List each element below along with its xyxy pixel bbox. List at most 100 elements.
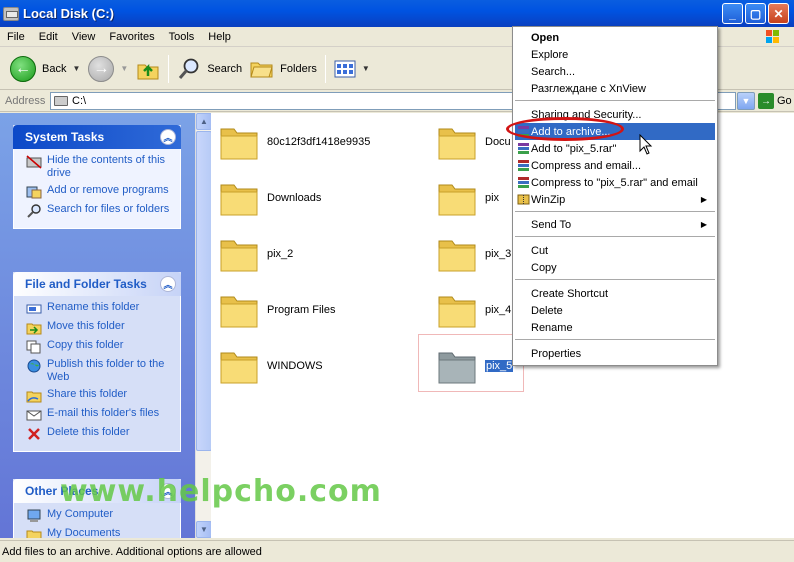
go-arrow-icon: → [758,93,774,109]
folder-icon [438,296,476,328]
delete-x-icon [28,428,40,440]
task-label: My Computer [47,508,114,520]
task-label: Copy this folder [47,339,124,351]
task-label: Rename this folder [47,301,140,313]
close-button[interactable]: ✕ [768,3,789,24]
maximize-button[interactable]: ▢ [745,3,766,24]
folder-item[interactable]: Program Files [219,291,335,329]
folder-icon [438,240,476,272]
menu-item-open[interactable]: Open [515,29,715,46]
folder-item[interactable]: pix_4 [437,291,511,329]
task-move-folder[interactable]: Move this folder [26,320,172,335]
winrar-icon [518,177,529,188]
search-button[interactable]: Search [173,52,246,86]
folder-icon [438,128,476,160]
scroll-down-arrow-icon[interactable]: ▼ [196,521,212,538]
collapse-chevron-icon[interactable]: ︽ [160,276,176,292]
task-publish-web[interactable]: Publish this folder to the Web [26,358,172,384]
folder-item[interactable]: Docu [437,123,511,161]
folder-item[interactable]: pix_3 [437,235,511,273]
menu-item-explore[interactable]: Explore [515,46,715,63]
menu-item-winzip[interactable]: WinZip ▶ [515,191,715,208]
folder-item[interactable]: WINDOWS [219,347,323,385]
menu-item-cut[interactable]: Cut [515,242,715,259]
task-label: Share this folder [47,388,128,400]
rename-icon [26,304,42,314]
windows-logo-icon [766,30,779,43]
file-folder-tasks-header[interactable]: File and Folder Tasks ︽ [13,272,181,296]
search-icon [179,58,199,79]
winrar-icon [518,143,529,154]
menu-item-send-to[interactable]: Send To ▶ [515,216,715,233]
collapse-chevron-icon[interactable]: ︽ [160,129,176,145]
menu-item-copy[interactable]: Copy [515,259,715,276]
menu-tools[interactable]: Tools [162,31,202,43]
menu-item-compress-rar-email[interactable]: Compress to "pix_5.rar" and email [515,174,715,191]
title-bar: Local Disk (C:) _ ▢ ✕ [0,0,794,27]
task-add-remove-programs[interactable]: Add or remove programs [26,184,172,199]
menu-item-search[interactable]: Search... [515,63,715,80]
menu-file[interactable]: File [0,31,32,43]
menu-item-delete[interactable]: Delete [515,302,715,319]
task-label: Move this folder [47,320,125,332]
menu-item-xnview[interactable]: Разглеждане с XnView [515,80,715,97]
system-tasks-title: System Tasks [25,130,105,144]
minimize-button[interactable]: _ [722,3,743,24]
email-icon [26,410,42,421]
place-my-documents[interactable]: My Documents [26,527,172,538]
menu-item-rename[interactable]: Rename [515,319,715,336]
folder-label: WINDOWS [267,360,323,372]
views-button[interactable]: ▼ [330,52,374,86]
task-label: E-mail this folder's files [47,407,160,419]
folder-item[interactable]: 80c12f3df1418e9935 [219,123,370,161]
go-button[interactable]: → Go [758,93,792,109]
address-value: C:\ [72,95,87,107]
address-dropdown-button[interactable]: ▼ [737,92,755,110]
dropdown-arrow-icon[interactable]: ▼ [72,64,80,73]
system-tasks-header[interactable]: System Tasks ︽ [13,125,181,149]
menu-separator [515,100,715,101]
task-label: Publish this folder to the Web [47,358,165,383]
task-delete-folder[interactable]: Delete this folder [26,426,172,441]
drive-icon [54,96,68,106]
place-my-computer[interactable]: My Computer [26,508,172,523]
folders-button[interactable]: Folders [246,52,321,86]
scrollbar-thumb[interactable] [196,131,212,451]
file-folder-tasks-panel: File and Folder Tasks ︽ Rename this fold… [13,272,181,452]
menu-favorites[interactable]: Favorites [102,31,161,43]
menu-item-compress-email[interactable]: Compress and email... [515,157,715,174]
address-label: Address [5,94,46,107]
folder-item[interactable]: pix [437,179,499,217]
menu-view[interactable]: View [65,31,103,43]
task-hide-contents[interactable]: Hide the contents of this drive [26,154,172,180]
forward-button[interactable]: → ▼ [84,52,132,86]
menu-item-create-shortcut[interactable]: Create Shortcut [515,285,715,302]
folder-label: Downloads [267,192,322,204]
status-text: Add files to an archive. Additional opti… [2,545,262,558]
folder-label: pix [485,192,500,204]
folder-icon [220,184,258,216]
folder-icon [438,184,476,216]
folders-icon [250,62,273,77]
scroll-up-arrow-icon[interactable]: ▲ [196,113,212,130]
task-rename-folder[interactable]: Rename this folder [26,301,172,316]
menu-item-add-to-rar[interactable]: Add to "pix_5.rar" [515,140,715,157]
up-button[interactable] [132,52,164,86]
menu-edit[interactable]: Edit [32,31,65,43]
menu-item-properties[interactable]: Properties [515,345,715,362]
dropdown-arrow-icon[interactable]: ▼ [362,64,370,73]
folder-label: Docu [485,136,511,148]
menu-help[interactable]: Help [201,31,238,43]
folder-item[interactable]: Downloads [219,179,321,217]
task-copy-folder[interactable]: Copy this folder [26,339,172,354]
task-label: My Documents [47,527,121,538]
task-search-files[interactable]: Search for files or folders [26,203,172,218]
task-email-files[interactable]: E-mail this folder's files [26,407,172,422]
back-button[interactable]: ← Back ▼ [6,52,84,86]
folder-label: 80c12f3df1418e9935 [267,136,371,148]
task-share-folder[interactable]: Share this folder [26,388,172,403]
file-folder-tasks-body: Rename this folder Move this folder Copy… [13,296,181,452]
folder-item[interactable]: pix_2 [219,235,293,273]
dropdown-arrow-icon[interactable]: ▼ [120,64,128,73]
highlight-annotation [506,117,624,141]
